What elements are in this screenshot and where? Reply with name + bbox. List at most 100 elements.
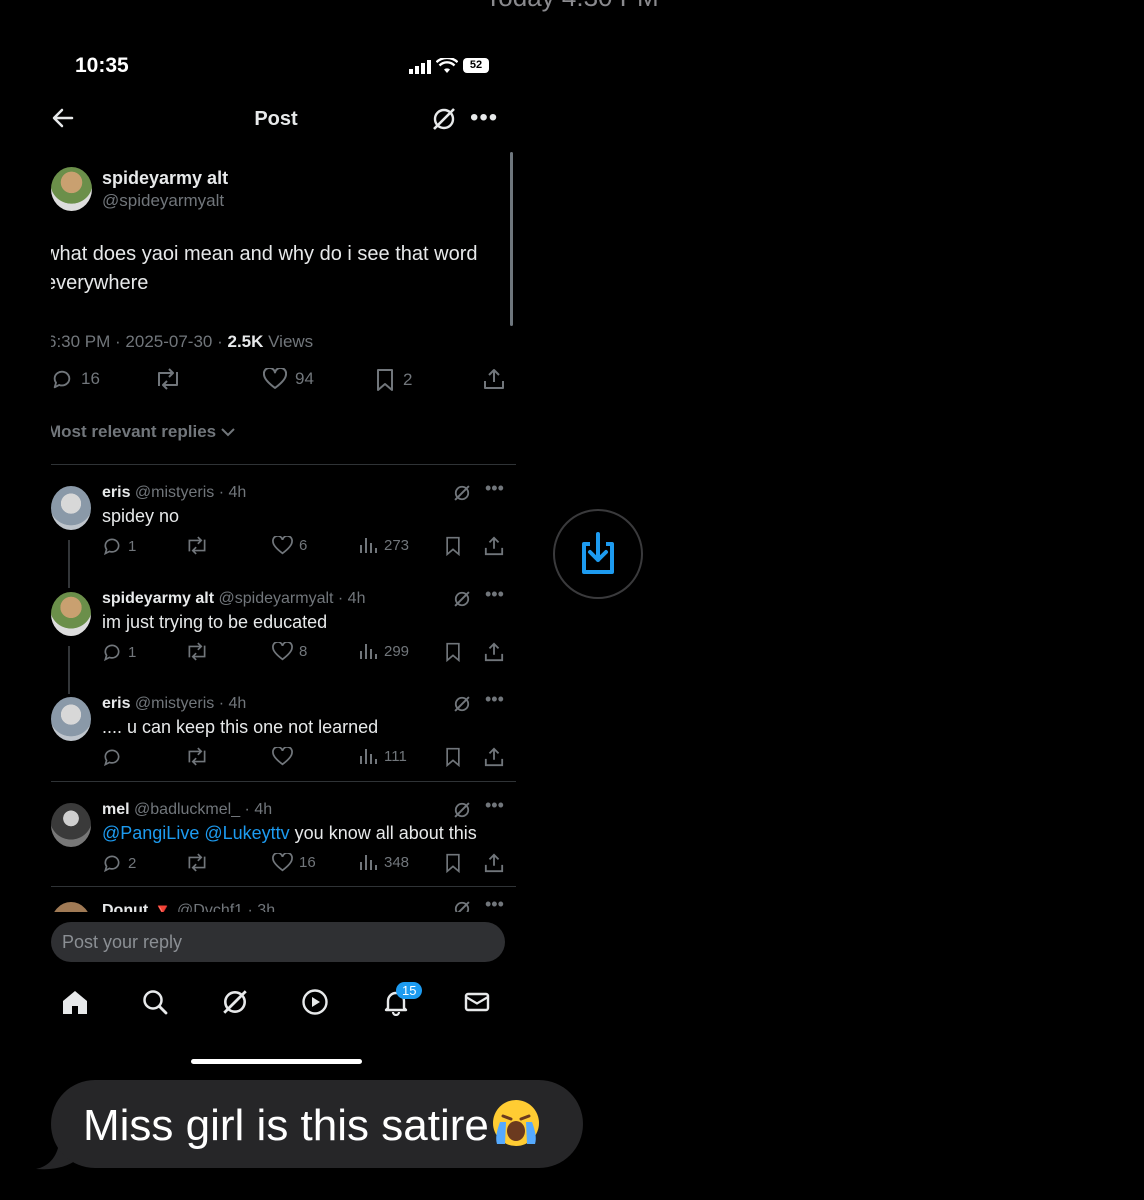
message-bubble[interactable]: Miss girl is this satire	[51, 1080, 583, 1168]
grok-icon[interactable]	[453, 695, 471, 713]
more-options-icon[interactable]: •••	[470, 104, 498, 132]
share-button[interactable]	[484, 747, 504, 767]
mention-link[interactable]: @Lukeyttv	[204, 823, 289, 843]
reply-item[interactable]: Donut 🔻 @Dvchf1 · 3h •••	[51, 890, 516, 912]
more-options-icon[interactable]: •••	[485, 478, 504, 499]
like-count: 6	[299, 537, 308, 554]
author-handle[interactable]: @spideyarmyalt	[102, 191, 224, 211]
repost-button[interactable]	[186, 536, 208, 555]
views-count[interactable]: 2.5K	[227, 332, 263, 351]
views-button[interactable]: 111	[358, 747, 407, 765]
share-button[interactable]	[483, 368, 505, 390]
grok-icon[interactable]	[221, 988, 249, 1016]
reply-button[interactable]	[102, 747, 128, 767]
reply-input[interactable]: Post your reply	[51, 922, 505, 962]
reply-author-handle[interactable]: @mistyeris · 4h	[135, 695, 246, 712]
like-button[interactable]: 6	[272, 536, 307, 555]
bookmark-button[interactable]	[444, 853, 462, 873]
reply-author-name[interactable]: eris	[102, 484, 130, 501]
divider	[51, 781, 516, 782]
more-options-icon[interactable]: •••	[485, 894, 504, 912]
views-button[interactable]: 348	[358, 853, 409, 871]
bookmark-button[interactable]	[444, 747, 462, 767]
repost-icon	[188, 642, 206, 661]
grok-icon[interactable]	[431, 106, 457, 132]
repost-icon	[188, 853, 206, 872]
reply-text: @PangiLive @Lukeyttv you know all about …	[102, 823, 477, 844]
avatar[interactable]	[51, 803, 91, 847]
reply-icon	[53, 370, 71, 389]
share-button[interactable]	[484, 642, 504, 662]
reply-author-handle[interactable]: @Dvchf1 · 3h	[177, 902, 275, 912]
battery-indicator: 52	[463, 58, 489, 73]
reply-button[interactable]: 1	[102, 536, 136, 556]
reply-item[interactable]: spideyarmy alt @spideyarmyalt · 4h ••• i…	[51, 576, 516, 680]
bookmark-button[interactable]: 2	[375, 368, 412, 392]
reply-button[interactable]: 2	[102, 853, 136, 873]
bottom-tab-bar	[51, 974, 516, 1034]
scrollbar[interactable]	[510, 152, 513, 326]
post-nav-bar: Post •••	[51, 98, 516, 144]
repost-button[interactable]	[186, 747, 208, 766]
grok-icon[interactable]	[453, 900, 471, 912]
more-options-icon[interactable]: •••	[485, 689, 504, 710]
reply-author-name[interactable]: eris	[102, 695, 130, 712]
heart-icon	[272, 853, 293, 872]
bookmark-button[interactable]	[444, 536, 462, 556]
view-count: 348	[384, 853, 410, 871]
analytics-icon	[360, 749, 377, 764]
more-options-icon[interactable]: •••	[485, 584, 504, 605]
avatar[interactable]	[51, 592, 91, 636]
repost-button[interactable]	[186, 853, 208, 872]
reply-author-name[interactable]: Donut 🔻	[102, 902, 173, 912]
views-button[interactable]: 299	[358, 642, 409, 660]
reply-author-name[interactable]: spideyarmy alt	[102, 590, 214, 607]
author-name[interactable]: spideyarmy alt	[102, 168, 228, 189]
home-icon[interactable]	[61, 988, 89, 1016]
post-detail-feed[interactable]: spideyarmy alt @spideyarmyalt what does …	[51, 148, 516, 912]
reply-author-handle[interactable]: @spideyarmyalt · 4h	[219, 590, 366, 607]
reply-icon	[103, 855, 120, 873]
reply-item[interactable]: eris @mistyeris · 4h ••• .... u can keep…	[51, 681, 516, 785]
reply-item[interactable]: mel @badluckmel_ · 4h ••• @PangiLive @Lu…	[51, 787, 516, 891]
reply-author-name[interactable]: mel	[102, 801, 130, 818]
reply-sort-dropdown[interactable]: Most relevant replies	[51, 422, 235, 442]
more-options-icon[interactable]: •••	[485, 795, 504, 816]
like-button[interactable]: 94	[263, 368, 314, 390]
video-play-icon[interactable]	[301, 988, 329, 1016]
reply-icon	[103, 644, 120, 662]
like-button[interactable]: 8	[272, 642, 307, 661]
reply-item[interactable]: eris @mistyeris · 4h ••• spidey no 1 6 2…	[51, 470, 516, 574]
share-button[interactable]	[484, 536, 504, 556]
mention-link[interactable]: @PangiLive	[102, 823, 199, 843]
search-icon[interactable]	[141, 988, 169, 1016]
avatar[interactable]	[51, 697, 91, 741]
avatar[interactable]	[51, 486, 91, 530]
download-button[interactable]	[553, 509, 643, 599]
avatar[interactable]	[51, 902, 91, 912]
like-button[interactable]: 16	[272, 853, 316, 872]
reply-button[interactable]: 16	[51, 368, 100, 390]
bookmark-button[interactable]	[444, 642, 462, 662]
share-icon	[484, 747, 504, 767]
heart-icon	[272, 747, 293, 766]
reply-author-handle[interactable]: @mistyeris · 4h	[135, 484, 246, 501]
like-button[interactable]	[272, 747, 299, 766]
grok-icon[interactable]	[453, 590, 471, 608]
download-icon	[582, 532, 614, 574]
reply-button[interactable]: 1	[102, 642, 136, 662]
repost-icon	[188, 536, 206, 555]
avatar[interactable]	[51, 167, 92, 211]
grok-icon[interactable]	[453, 484, 471, 502]
share-button[interactable]	[484, 853, 504, 873]
reply-author-handle[interactable]: @badluckmel_ · 4h	[134, 801, 272, 818]
reply-icon	[103, 749, 120, 767]
grok-icon[interactable]	[453, 801, 471, 819]
messages-envelope-icon[interactable]	[463, 988, 491, 1016]
repost-button[interactable]	[155, 368, 181, 390]
repost-button[interactable]	[186, 642, 208, 661]
home-indicator[interactable]	[191, 1059, 362, 1064]
reply-action-bar: 1 6 273	[102, 536, 512, 562]
views-button[interactable]: 273	[358, 536, 409, 554]
reply-header: eris @mistyeris · 4h	[102, 695, 246, 713]
